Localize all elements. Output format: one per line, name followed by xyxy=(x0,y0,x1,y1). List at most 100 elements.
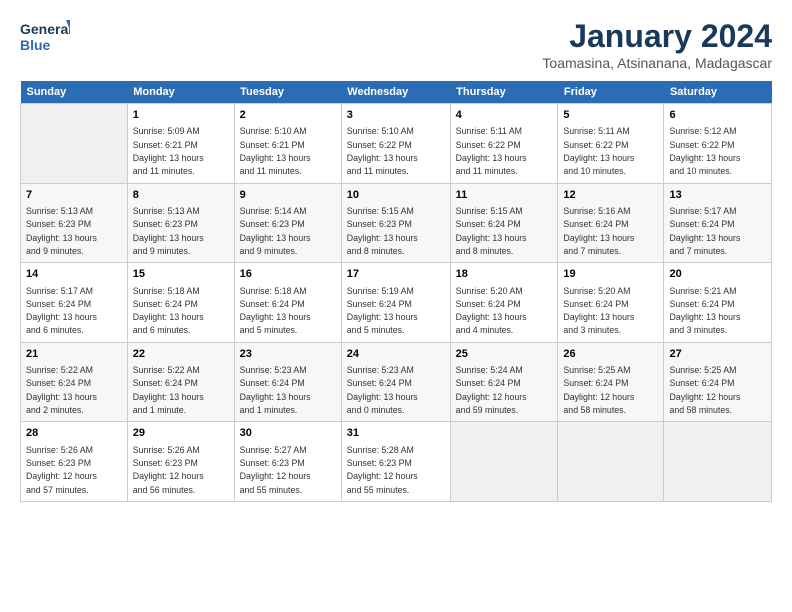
col-header-saturday: Saturday xyxy=(664,81,772,104)
day-number: 15 xyxy=(133,267,229,282)
day-info: Sunrise: 5:09 AMSunset: 6:21 PMDaylight:… xyxy=(133,126,204,176)
day-cell: 31Sunrise: 5:28 AMSunset: 6:23 PMDayligh… xyxy=(341,422,450,502)
col-header-wednesday: Wednesday xyxy=(341,81,450,104)
day-info: Sunrise: 5:25 AMSunset: 6:24 PMDaylight:… xyxy=(563,365,634,415)
logo: General Blue xyxy=(20,18,70,54)
day-cell xyxy=(664,422,772,502)
col-header-sunday: Sunday xyxy=(21,81,128,104)
day-number: 11 xyxy=(456,188,553,203)
day-info: Sunrise: 5:13 AMSunset: 6:23 PMDaylight:… xyxy=(133,206,204,256)
subtitle: Toamasina, Atsinanana, Madagascar xyxy=(542,55,772,71)
title-block: January 2024 Toamasina, Atsinanana, Mada… xyxy=(542,18,772,71)
day-info: Sunrise: 5:26 AMSunset: 6:23 PMDaylight:… xyxy=(133,445,204,495)
day-number: 27 xyxy=(669,347,766,362)
day-info: Sunrise: 5:22 AMSunset: 6:24 PMDaylight:… xyxy=(26,365,97,415)
day-info: Sunrise: 5:15 AMSunset: 6:24 PMDaylight:… xyxy=(456,206,527,256)
day-info: Sunrise: 5:14 AMSunset: 6:23 PMDaylight:… xyxy=(240,206,311,256)
day-number: 13 xyxy=(669,188,766,203)
day-cell: 4 Sunrise: 5:11 AMSunset: 6:22 PMDaylight… xyxy=(450,104,558,184)
calendar-table: SundayMondayTuesdayWednesdayThursdayFrid… xyxy=(20,81,772,502)
day-cell: 24 Sunrise: 5:23 AMSunset: 6:24 PMDayligh… xyxy=(341,342,450,422)
day-number: 30 xyxy=(240,426,336,441)
day-number: 5 xyxy=(563,108,658,123)
day-number: 8 xyxy=(133,188,229,203)
col-header-friday: Friday xyxy=(558,81,664,104)
day-cell: 6 Sunrise: 5:12 AMSunset: 6:22 PMDaylight… xyxy=(664,104,772,184)
day-number: 7 xyxy=(26,188,122,203)
day-cell: 15 Sunrise: 5:18 AMSunset: 6:24 PMDayligh… xyxy=(127,263,234,343)
day-cell: 18 Sunrise: 5:20 AMSunset: 6:24 PMDayligh… xyxy=(450,263,558,343)
day-number: 31 xyxy=(347,426,445,441)
week-row-1: 1 Sunrise: 5:09 AMSunset: 6:21 PMDaylight… xyxy=(21,104,772,184)
day-number: 19 xyxy=(563,267,658,282)
day-number: 2 xyxy=(240,108,336,123)
day-info: Sunrise: 5:23 AMSunset: 6:24 PMDaylight:… xyxy=(240,365,311,415)
day-number: 1 xyxy=(133,108,229,123)
day-cell: 7 Sunrise: 5:13 AMSunset: 6:23 PMDaylight… xyxy=(21,183,128,263)
day-info: Sunrise: 5:10 AMSunset: 6:21 PMDaylight:… xyxy=(240,126,311,176)
logo-svg: General Blue xyxy=(20,18,70,54)
day-info: Sunrise: 5:18 AMSunset: 6:24 PMDaylight:… xyxy=(240,286,311,336)
day-info: Sunrise: 5:16 AMSunset: 6:24 PMDaylight:… xyxy=(563,206,634,256)
day-info: Sunrise: 5:27 AMSunset: 6:23 PMDaylight:… xyxy=(240,445,311,495)
day-info: Sunrise: 5:17 AMSunset: 6:24 PMDaylight:… xyxy=(669,206,740,256)
day-cell: 17 Sunrise: 5:19 AMSunset: 6:24 PMDayligh… xyxy=(341,263,450,343)
day-info: Sunrise: 5:24 AMSunset: 6:24 PMDaylight:… xyxy=(456,365,527,415)
header-row: General Blue January 2024 Toamasina, Ats… xyxy=(20,18,772,71)
week-row-3: 14 Sunrise: 5:17 AMSunset: 6:24 PMDayligh… xyxy=(21,263,772,343)
week-row-4: 21 Sunrise: 5:22 AMSunset: 6:24 PMDayligh… xyxy=(21,342,772,422)
page-container: General Blue January 2024 Toamasina, Ats… xyxy=(0,0,792,512)
day-number: 21 xyxy=(26,347,122,362)
day-info: Sunrise: 5:23 AMSunset: 6:24 PMDaylight:… xyxy=(347,365,418,415)
day-cell: 22Sunrise: 5:22 AMSunset: 6:24 PMDayligh… xyxy=(127,342,234,422)
day-info: Sunrise: 5:22 AMSunset: 6:24 PMDaylight:… xyxy=(133,365,204,415)
col-header-tuesday: Tuesday xyxy=(234,81,341,104)
day-cell: 3 Sunrise: 5:10 AMSunset: 6:22 PMDaylight… xyxy=(341,104,450,184)
day-info: Sunrise: 5:12 AMSunset: 6:22 PMDaylight:… xyxy=(669,126,740,176)
header-row-days: SundayMondayTuesdayWednesdayThursdayFrid… xyxy=(21,81,772,104)
day-number: 16 xyxy=(240,267,336,282)
day-cell: 9 Sunrise: 5:14 AMSunset: 6:23 PMDaylight… xyxy=(234,183,341,263)
day-info: Sunrise: 5:20 AMSunset: 6:24 PMDaylight:… xyxy=(456,286,527,336)
week-row-5: 28Sunrise: 5:26 AMSunset: 6:23 PMDayligh… xyxy=(21,422,772,502)
day-info: Sunrise: 5:10 AMSunset: 6:22 PMDaylight:… xyxy=(347,126,418,176)
day-info: Sunrise: 5:25 AMSunset: 6:24 PMDaylight:… xyxy=(669,365,740,415)
day-number: 26 xyxy=(563,347,658,362)
day-info: Sunrise: 5:26 AMSunset: 6:23 PMDaylight:… xyxy=(26,445,97,495)
day-number: 3 xyxy=(347,108,445,123)
day-info: Sunrise: 5:17 AMSunset: 6:24 PMDaylight:… xyxy=(26,286,97,336)
day-cell: 29 Sunrise: 5:26 AMSunset: 6:23 PMDayligh… xyxy=(127,422,234,502)
day-number: 10 xyxy=(347,188,445,203)
day-number: 4 xyxy=(456,108,553,123)
day-number: 9 xyxy=(240,188,336,203)
day-number: 12 xyxy=(563,188,658,203)
day-info: Sunrise: 5:20 AMSunset: 6:24 PMDaylight:… xyxy=(563,286,634,336)
day-info: Sunrise: 5:11 AMSunset: 6:22 PMDaylight:… xyxy=(456,126,527,176)
day-cell: 19 Sunrise: 5:20 AMSunset: 6:24 PMDayligh… xyxy=(558,263,664,343)
day-number: 20 xyxy=(669,267,766,282)
day-number: 29 xyxy=(133,426,229,441)
day-info: Sunrise: 5:13 AMSunset: 6:23 PMDaylight:… xyxy=(26,206,97,256)
week-row-2: 7 Sunrise: 5:13 AMSunset: 6:23 PMDaylight… xyxy=(21,183,772,263)
day-number: 25 xyxy=(456,347,553,362)
day-number: 24 xyxy=(347,347,445,362)
day-cell xyxy=(21,104,128,184)
day-cell: 16 Sunrise: 5:18 AMSunset: 6:24 PMDayligh… xyxy=(234,263,341,343)
day-info: Sunrise: 5:18 AMSunset: 6:24 PMDaylight:… xyxy=(133,286,204,336)
day-number: 23 xyxy=(240,347,336,362)
day-cell: 20Sunrise: 5:21 AMSunset: 6:24 PMDayligh… xyxy=(664,263,772,343)
col-header-thursday: Thursday xyxy=(450,81,558,104)
day-cell: 2 Sunrise: 5:10 AMSunset: 6:21 PMDaylight… xyxy=(234,104,341,184)
day-number: 14 xyxy=(26,267,122,282)
day-cell: 13 Sunrise: 5:17 AMSunset: 6:24 PMDayligh… xyxy=(664,183,772,263)
day-cell: 12 Sunrise: 5:16 AMSunset: 6:24 PMDayligh… xyxy=(558,183,664,263)
day-cell: 21 Sunrise: 5:22 AMSunset: 6:24 PMDayligh… xyxy=(21,342,128,422)
day-info: Sunrise: 5:15 AMSunset: 6:23 PMDaylight:… xyxy=(347,206,418,256)
day-cell: 14 Sunrise: 5:17 AMSunset: 6:24 PMDayligh… xyxy=(21,263,128,343)
day-number: 17 xyxy=(347,267,445,282)
day-number: 6 xyxy=(669,108,766,123)
day-cell: 27 Sunrise: 5:25 AMSunset: 6:24 PMDayligh… xyxy=(664,342,772,422)
day-cell: 5Sunrise: 5:11 AMSunset: 6:22 PMDaylight… xyxy=(558,104,664,184)
day-number: 18 xyxy=(456,267,553,282)
day-info: Sunrise: 5:19 AMSunset: 6:24 PMDaylight:… xyxy=(347,286,418,336)
